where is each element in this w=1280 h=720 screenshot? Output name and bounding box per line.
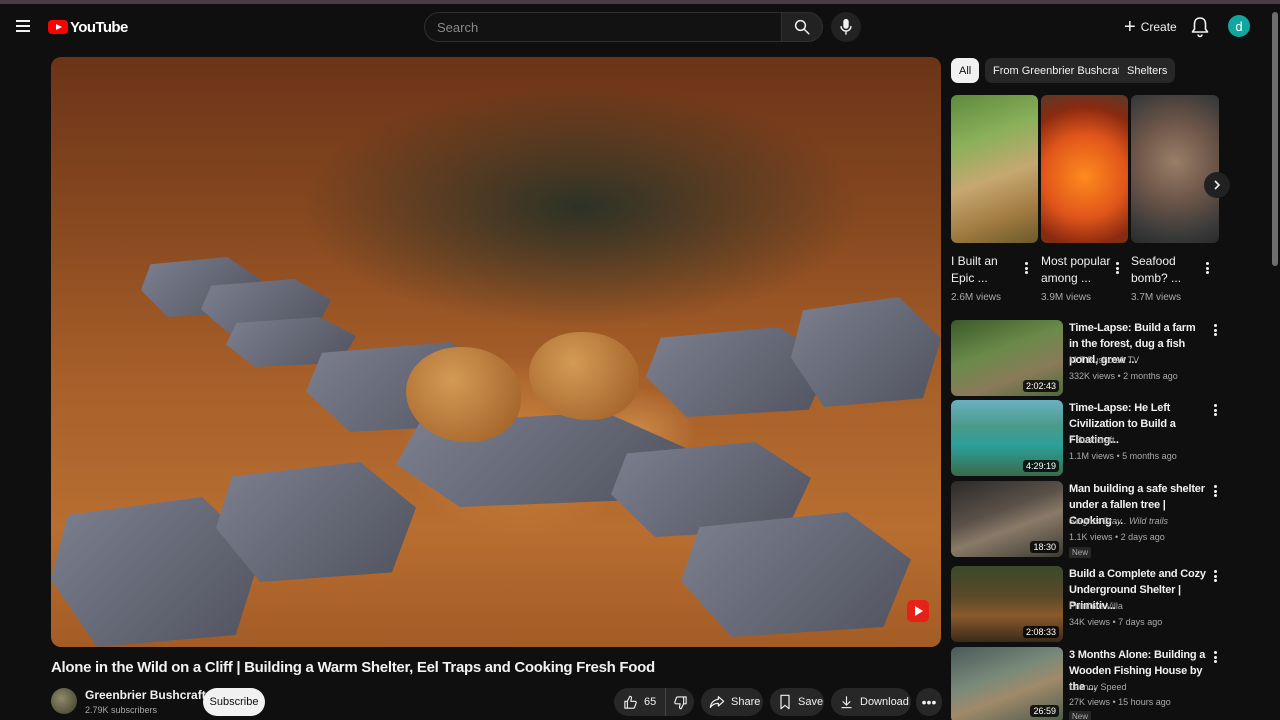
thumb-up-icon bbox=[624, 695, 637, 709]
more-horizontal-icon: ••• bbox=[921, 694, 937, 710]
subscriber-count: 2.79K subscribers bbox=[85, 705, 158, 715]
recommended-channel[interactable]: Sergius Gray . Wild trails bbox=[1069, 516, 1168, 526]
subscribe-button[interactable]: Subscribe bbox=[203, 688, 265, 716]
create-button[interactable]: + Create bbox=[1116, 14, 1185, 40]
search-input[interactable] bbox=[425, 13, 781, 41]
shorts-next-button[interactable] bbox=[1204, 172, 1230, 198]
recommended-video[interactable]: 4:29:19 Time-Lapse: He Left Civilization… bbox=[951, 400, 1221, 476]
video-menu-icon[interactable] bbox=[1209, 649, 1221, 665]
recommended-video[interactable]: 2:02:43 Time-Lapse: Build a farm in the … bbox=[951, 320, 1221, 396]
recommended-channel[interactable]: Primitive Villa bbox=[1069, 601, 1123, 611]
chip-shelters[interactable]: Shelters bbox=[1119, 58, 1176, 83]
video-thumbnail[interactable]: 18:30 bbox=[951, 481, 1063, 557]
video-thumbnail[interactable]: 26:59 bbox=[951, 647, 1063, 720]
mic-icon bbox=[840, 18, 852, 35]
new-badge: New bbox=[1069, 547, 1092, 558]
share-arrow-icon bbox=[709, 696, 725, 708]
thumb-down-icon bbox=[673, 695, 687, 709]
duration-badge: 4:29:19 bbox=[1022, 460, 1059, 472]
voice-search-button[interactable] bbox=[831, 12, 861, 42]
short-thumbnail[interactable] bbox=[1041, 95, 1128, 243]
video-menu-icon[interactable] bbox=[1209, 322, 1221, 338]
short-menu-icon[interactable] bbox=[1201, 260, 1213, 276]
video-player[interactable] bbox=[51, 57, 941, 647]
like-count: 65 bbox=[644, 696, 657, 708]
stone-shape bbox=[791, 297, 941, 407]
like-button[interactable]: 65 bbox=[614, 688, 666, 716]
bookmark-icon bbox=[780, 694, 790, 710]
video-menu-icon[interactable] bbox=[1209, 402, 1221, 418]
recommended-video[interactable]: 2:08:33 Build a Complete and Cozy Underg… bbox=[951, 566, 1221, 642]
recommended-meta: 1.1K views • 2 days ago bbox=[1069, 532, 1165, 542]
recommended-meta: 1.1M views • 5 months ago bbox=[1069, 451, 1177, 461]
stone-shape bbox=[681, 512, 911, 637]
video-frame bbox=[51, 57, 941, 647]
short-thumbnail[interactable] bbox=[951, 95, 1038, 243]
bell-icon bbox=[1191, 17, 1209, 38]
short-title[interactable]: Most popular among ... bbox=[1041, 253, 1111, 287]
video-menu-icon[interactable] bbox=[1209, 568, 1221, 584]
logo-text: YouTube bbox=[70, 18, 128, 36]
stone-shape bbox=[216, 462, 416, 582]
save-button[interactable]: Save bbox=[770, 688, 824, 716]
share-label: Share bbox=[731, 696, 761, 708]
video-menu-icon[interactable] bbox=[1209, 483, 1221, 499]
video-thumbnail[interactable]: 2:02:43 bbox=[951, 320, 1063, 396]
account-avatar[interactable]: d bbox=[1228, 15, 1250, 37]
page-scrollbar[interactable] bbox=[1272, 12, 1278, 266]
new-badge: New bbox=[1069, 711, 1092, 720]
video-title: Alone in the Wild on a Cliff | Building … bbox=[51, 659, 655, 676]
search-button[interactable] bbox=[781, 12, 823, 42]
short-menu-icon[interactable] bbox=[1020, 260, 1032, 276]
recommended-channel[interactable]: MrT Bushcraft TV bbox=[1069, 355, 1139, 365]
dislike-button[interactable] bbox=[666, 688, 694, 716]
download-label: Download bbox=[860, 696, 909, 708]
short-views: 3.9M views bbox=[1041, 292, 1092, 303]
short-title[interactable]: Seafood bomb? ... bbox=[1131, 253, 1201, 287]
duration-badge: 18:30 bbox=[1030, 541, 1059, 553]
channel-watermark-icon[interactable] bbox=[907, 600, 929, 622]
recommended-meta: 332K views • 2 months ago bbox=[1069, 371, 1178, 381]
youtube-logo[interactable]: YouTube bbox=[48, 18, 128, 36]
duration-badge: 2:02:43 bbox=[1022, 380, 1059, 392]
recommended-video[interactable]: 18:30 Man building a safe shelter under … bbox=[951, 481, 1221, 558]
save-label: Save bbox=[798, 696, 824, 708]
download-icon bbox=[841, 696, 852, 709]
recommended-video[interactable]: 26:59 3 Months Alone: Building a Wooden … bbox=[951, 647, 1221, 720]
short-thumbnail[interactable] bbox=[1131, 95, 1219, 243]
youtube-play-icon bbox=[48, 20, 68, 34]
video-thumbnail[interactable]: 4:29:19 bbox=[951, 400, 1063, 476]
duration-badge: 26:59 bbox=[1030, 705, 1059, 717]
download-button[interactable]: Download bbox=[831, 688, 911, 716]
channel-name[interactable]: Greenbrier Bushcraft bbox=[85, 688, 206, 702]
chevron-right-icon bbox=[1214, 180, 1221, 190]
search-box bbox=[424, 12, 782, 42]
chip-all[interactable]: All bbox=[951, 58, 980, 83]
channel-avatar[interactable] bbox=[51, 688, 77, 714]
recommended-channel[interactable]: 7 Bushcraft bbox=[1069, 435, 1115, 445]
hamburger-icon[interactable] bbox=[16, 20, 30, 32]
plus-icon: + bbox=[1124, 16, 1136, 38]
short-views: 2.6M views bbox=[951, 292, 1002, 303]
short-menu-icon[interactable] bbox=[1111, 260, 1123, 276]
duration-badge: 2:08:33 bbox=[1022, 626, 1059, 638]
notifications-button[interactable] bbox=[1190, 16, 1210, 38]
clay-ball bbox=[529, 332, 639, 420]
create-label: Create bbox=[1140, 20, 1177, 34]
recommended-meta: 27K views • 15 hours ago bbox=[1069, 697, 1171, 707]
more-actions-button[interactable]: ••• bbox=[916, 688, 942, 716]
short-views: 3.7M views bbox=[1131, 292, 1182, 303]
recommended-channel[interactable]: Lesnoy Speed bbox=[1069, 682, 1127, 692]
search-icon bbox=[794, 19, 810, 35]
chip-from-channel[interactable]: From Greenbrier Bushcraft bbox=[985, 58, 1132, 83]
masthead: YouTube + Create d bbox=[0, 4, 1280, 50]
short-title[interactable]: I Built an Epic ... bbox=[951, 253, 1021, 287]
share-button[interactable]: Share bbox=[701, 688, 763, 716]
video-thumbnail[interactable]: 2:08:33 bbox=[951, 566, 1063, 642]
like-dislike-group: 65 bbox=[614, 688, 694, 716]
recommended-meta: 34K views • 7 days ago bbox=[1069, 617, 1163, 627]
